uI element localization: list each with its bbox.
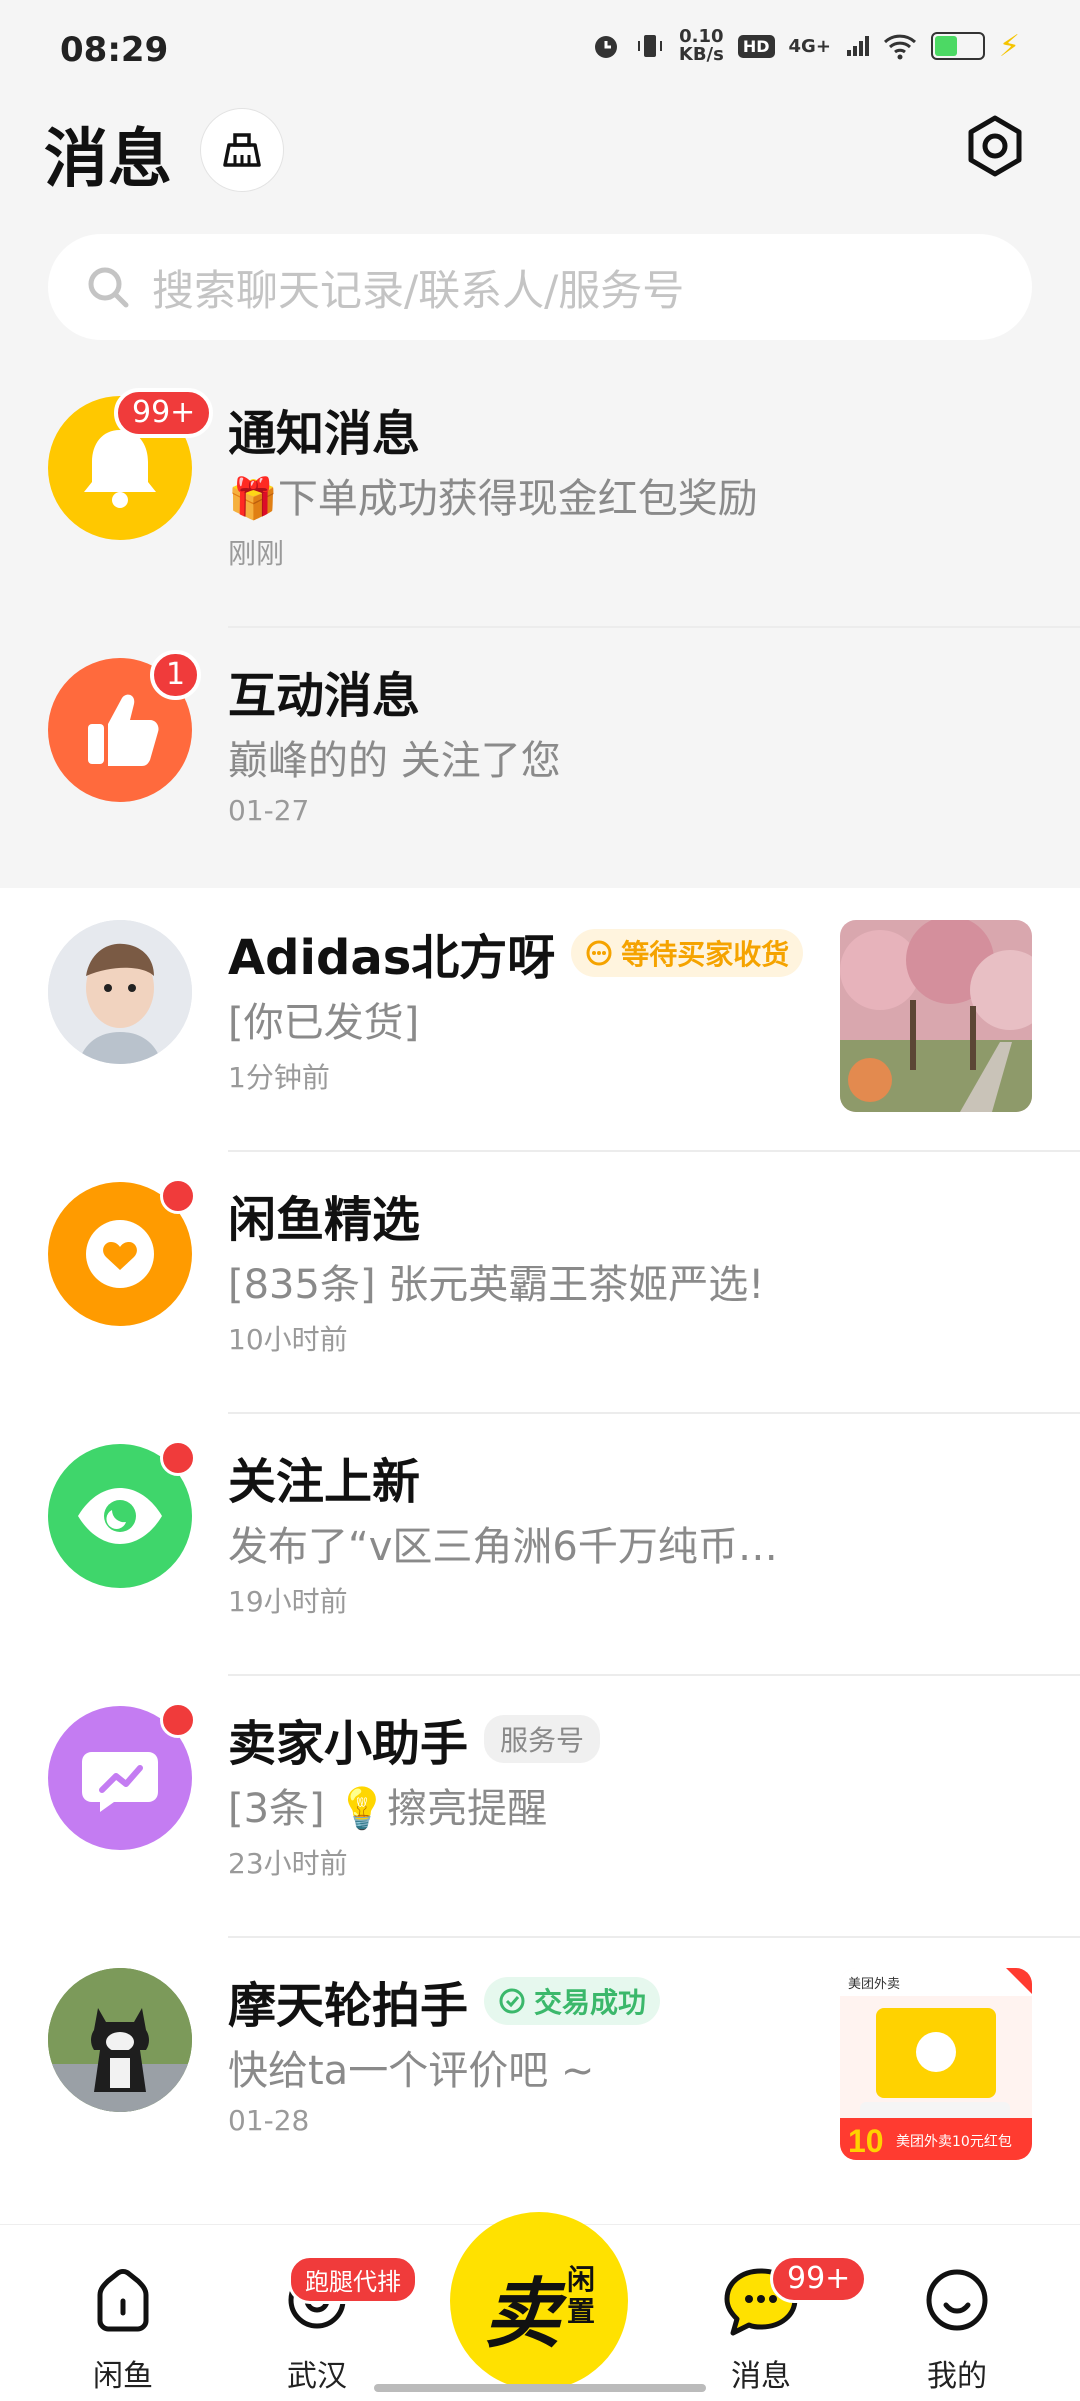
user-photo (48, 920, 192, 1064)
conversation-time: 10小时前 (228, 1323, 348, 1356)
errand-badge: 跑腿代排 (288, 2255, 418, 2304)
page-title: 消息 (44, 123, 172, 197)
conversation-message: 🎁下单成功获得现金红包奖励 (228, 466, 758, 524)
status-bar: 08:29 0.10 KB/s HD 4G+ ⚡ (0, 0, 1080, 104)
conversation-follow-updates[interactable]: 关注上新 发布了“v区三角洲6千万纯币… 19小时前 (0, 1414, 1080, 1676)
check-circle-icon (499, 1988, 525, 2014)
conversation-title: 互动消息 (228, 668, 421, 724)
tab-label: 闲鱼 (93, 2359, 153, 2394)
cat-photo (48, 1968, 192, 2112)
messages-badge: 99+ (770, 2255, 868, 2303)
network-speed: 0.10 KB/s (679, 28, 724, 64)
order-status-tag: 等待买家收货 (571, 929, 804, 977)
network-type: 4G+ (788, 35, 831, 57)
sell-sublabel: 闲置 (566, 2263, 595, 2328)
coupon-caption: 美团外卖10元红包 (896, 2134, 1012, 2150)
conversation-message: [你已发货] (228, 1000, 420, 1046)
conversation-message: 发布了“v区三角洲6千万纯币… (228, 1524, 778, 1570)
tab-label: 我的 (927, 2359, 987, 2394)
conversation-message: [835条] 张元英霸王茶姬严选! (228, 1262, 765, 1308)
settings-icon (968, 115, 1022, 177)
conversation-title-row: 摩天轮拍手 交易成功 (228, 1966, 661, 2036)
service-account-tag: 服务号 (484, 1715, 601, 1763)
home-indicator[interactable] (374, 2384, 706, 2392)
gift-icon: 🎁 (228, 476, 278, 522)
unread-dot (160, 1440, 196, 1476)
conversation-time: 01-27 (228, 794, 310, 827)
item-thumbnail[interactable] (840, 920, 1032, 1112)
tab-wuhan[interactable]: 武汉 (242, 2225, 392, 2401)
tab-mine[interactable]: 我的 (882, 2225, 1032, 2401)
conversation-seller-assistant[interactable]: 卖家小助手 服务号 [3条] 💡擦亮提醒 23小时前 (0, 1676, 1080, 1938)
item-photo (840, 920, 1032, 1112)
tab-label: 消息 (731, 2359, 791, 2394)
status-icons: 0.10 KB/s HD 4G+ ⚡ (591, 28, 1020, 64)
wifi-icon (883, 34, 916, 60)
item-thumbnail[interactable]: 10 美团外卖10元红包 美团外卖 (840, 1968, 1032, 2160)
settings-button[interactable] (960, 108, 1030, 188)
trade-status-tag: 交易成功 (484, 1977, 661, 2025)
battery-icon (930, 32, 985, 60)
conversation-title: 摩天轮拍手 (228, 1978, 469, 2034)
conversation-time: 刚刚 (228, 537, 285, 570)
tab-messages[interactable]: 消息 (686, 2225, 836, 2401)
conversation-time: 19小时前 (228, 1585, 348, 1618)
conversation-message: 快给ta一个评价吧 ~ (228, 2048, 595, 2094)
coupon-amount: 10 (848, 2123, 884, 2159)
alarm-icon (594, 36, 617, 58)
sell-label: 卖 (484, 2269, 560, 2358)
conversation-time: 01-28 (228, 2104, 310, 2137)
coupon-photo: 10 美团外卖10元红包 美团外卖 (840, 1968, 1032, 2160)
broom-icon (223, 133, 261, 167)
conversation-title: 卖家小助手 (228, 1716, 469, 1772)
conversation-message: [3条] 💡擦亮提醒 (228, 1786, 548, 1832)
search-placeholder: 搜索聊天记录/联系人/服务号 (152, 265, 685, 315)
vibrate-icon (637, 35, 662, 57)
conversation-message: 巅峰的的 关注了您 (228, 738, 561, 784)
tab-xianyu[interactable]: 闲鱼 (48, 2225, 198, 2401)
conversation-xianyu-picks[interactable]: 闲鱼精选 [835条] 张元英霸王茶姬严选! 10小时前 (0, 1152, 1080, 1414)
search-bar[interactable]: 搜索聊天记录/联系人/服务号 (48, 234, 1032, 340)
home-icon (97, 2269, 149, 2332)
conversation-title: Adidas北方呀 (228, 930, 556, 986)
user-avatar (48, 920, 192, 1064)
tab-label: 武汉 (287, 2359, 347, 2394)
conversation-title: 通知消息 (228, 406, 421, 462)
speed-unit: KB/s (678, 44, 724, 65)
conversation-ferris-wheel[interactable]: 摩天轮拍手 交易成功 快给ta一个评价吧 ~ 01-28 10 美团外卖10元红… (0, 1938, 1080, 2200)
unread-badge: 1 (150, 650, 202, 700)
sell-item-button[interactable]: 卖 闲置 (450, 2212, 628, 2390)
status-time: 08:29 (60, 30, 169, 70)
conversation-interactions[interactable]: 1 互动消息 巅峰的的 关注了您 01-27 (0, 628, 1080, 890)
conversation-time: 23小时前 (228, 1847, 348, 1880)
charging-icon: ⚡ (998, 28, 1020, 64)
conversation-title: 关注上新 (228, 1454, 421, 1510)
hd-icon: HD (737, 34, 775, 58)
order-status-text: 等待买家收货 (621, 938, 790, 971)
conversation-message-text: 下单成功获得现金红包奖励 (277, 476, 758, 522)
conversation-title-row: 卖家小助手 服务号 (228, 1704, 601, 1774)
conversation-notifications[interactable]: 99+ 通知消息 🎁下单成功获得现金红包奖励 刚刚 (0, 366, 1080, 628)
signal-icon (846, 36, 869, 56)
trade-status-text: 交易成功 (534, 1986, 647, 2019)
unread-dot (160, 1702, 196, 1738)
conversation-title: 闲鱼精选 (228, 1192, 421, 1248)
conversation-time: 1分钟前 (228, 1061, 330, 1094)
cleanup-button[interactable] (200, 108, 284, 192)
more-dots-icon (586, 940, 612, 966)
conversation-title-row: Adidas北方呀 等待买家收货 (228, 918, 804, 988)
unread-badge: 99+ (114, 388, 214, 438)
conversation-adidas[interactable]: Adidas北方呀 等待买家收货 [你已发货] 1分钟前 (0, 890, 1080, 1152)
coupon-brand: 美团外卖 (848, 1977, 900, 1992)
user-avatar (48, 1968, 192, 2112)
search-icon (88, 267, 129, 308)
unread-dot (160, 1178, 196, 1214)
smile-icon (926, 2269, 988, 2331)
